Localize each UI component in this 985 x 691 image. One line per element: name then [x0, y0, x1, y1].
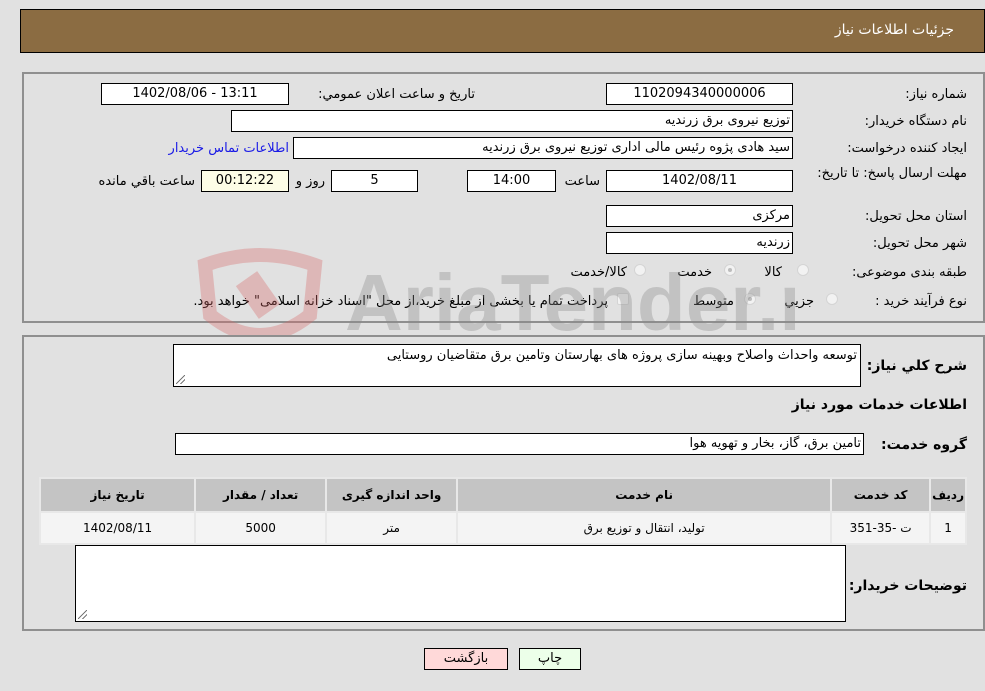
process-radio-medium[interactable] [744, 293, 756, 305]
buyer-notes-label: توضیحات خریدار: [848, 578, 967, 594]
cell-row-number: 1 [929, 511, 967, 545]
category-radio-goods-service[interactable] [634, 264, 646, 276]
services-section-title: اطلاعات خدمات مورد نیاز [791, 397, 967, 413]
process-radio-minor[interactable] [826, 293, 838, 305]
col-service-name: نام خدمت [456, 477, 833, 513]
treasury-note: پرداخت تمام يا بخشی از مبلغ خرید،از محل … [193, 294, 608, 309]
days-label: روز و [295, 174, 325, 189]
province-label: استان محل تحویل: [865, 209, 967, 224]
resize-grip-icon[interactable] [78, 610, 87, 619]
deadline-days-field[interactable]: 5 [331, 170, 418, 192]
general-desc-textarea[interactable]: توسعه واحداث واصلاح وبهینه سازی پروژه ها… [173, 344, 861, 387]
buyer-org-field[interactable]: توزیع نیروی برق زرندیه [231, 110, 793, 132]
category-option-goods-service: کالا/خدمت [570, 265, 627, 280]
need-number-field[interactable]: 1102094340000006 [606, 83, 793, 105]
requester-field[interactable]: سید هادی پژوه رئیس مالی اداری توزیع نیرو… [293, 137, 793, 159]
category-radio-goods[interactable] [797, 264, 809, 276]
announce-datetime-field[interactable]: 1402/08/06 - 13:11 [101, 83, 289, 105]
deadline-label: مهلت ارسال پاسخ: تا تاریخ: [817, 166, 967, 181]
cell-service-name: تولید، انتقال و توزیع برق [456, 511, 833, 545]
services-table: ردیف کد خدمت نام خدمت واحد اندازه گیری ت… [38, 477, 967, 545]
remaining-time-label: ساعت باقي مانده [98, 174, 195, 189]
cell-need-date: 1402/08/11 [38, 511, 197, 545]
cell-service-code: ت -35-351 [830, 511, 932, 545]
category-option-service: خدمت [677, 265, 712, 280]
process-option-minor: جزيي [784, 294, 814, 309]
category-label: طبقه بندی موضوعی: [851, 265, 967, 280]
general-desc-label: شرح كلي نياز: [866, 358, 967, 374]
page-title: جزئيات اطلاعات نياز [834, 22, 954, 38]
purchase-process-label: نوع فرآیند خرید : [875, 294, 967, 309]
deadline-time-label: ساعت [564, 174, 600, 189]
deadline-time-field[interactable]: 14:00 [467, 170, 556, 192]
service-group-label: گروه خدمت: [881, 437, 967, 453]
back-button[interactable]: بازگشت [424, 648, 508, 670]
table-row: 1 ت -35-351 تولید، انتقال و توزیع برق مت… [38, 511, 967, 545]
treasury-checkbox[interactable] [617, 293, 629, 305]
buyer-notes-textarea[interactable] [75, 545, 846, 622]
print-button[interactable]: چاپ [519, 648, 581, 670]
city-field[interactable]: زرندیه [606, 232, 793, 254]
remaining-time-field: 00:12:22 [201, 170, 289, 192]
service-group-field[interactable]: تامین برق، گاز، بخار و تهویه هوا [175, 433, 864, 455]
general-desc-text: توسعه واحداث واصلاح وبهینه سازی پروژه ها… [386, 348, 857, 363]
col-quantity: تعداد / مقدار [194, 477, 328, 513]
col-unit: واحد اندازه گیری [325, 477, 459, 513]
cell-quantity: 5000 [194, 511, 328, 545]
buyer-org-label: نام دستگاه خریدار: [864, 114, 967, 129]
category-option-goods: کالا [764, 265, 782, 280]
buyer-contact-link[interactable]: اطلاعات تماس خریدار [169, 141, 289, 156]
city-label: شهر محل تحویل: [872, 236, 967, 251]
announce-datetime-label: تاريخ و ساعت اعلان عمومي: [318, 87, 475, 102]
requester-label: ایجاد کننده درخواست: [847, 141, 967, 156]
category-radio-service[interactable] [724, 264, 736, 276]
province-field[interactable]: مرکزی [606, 205, 793, 227]
need-number-label: شماره نیاز: [905, 87, 967, 102]
table-header-row: ردیف کد خدمت نام خدمت واحد اندازه گیری ت… [38, 477, 967, 513]
process-option-medium: متوسط [693, 294, 734, 309]
col-need-date: تاریخ نیاز [38, 477, 197, 513]
col-row-number: ردیف [929, 477, 967, 513]
resize-grip-icon[interactable] [176, 375, 185, 384]
col-service-code: کد خدمت [830, 477, 932, 513]
cell-unit: متر [325, 511, 459, 545]
page-header: جزئيات اطلاعات نياز [20, 9, 985, 53]
deadline-date-field[interactable]: 1402/08/11 [606, 170, 793, 192]
